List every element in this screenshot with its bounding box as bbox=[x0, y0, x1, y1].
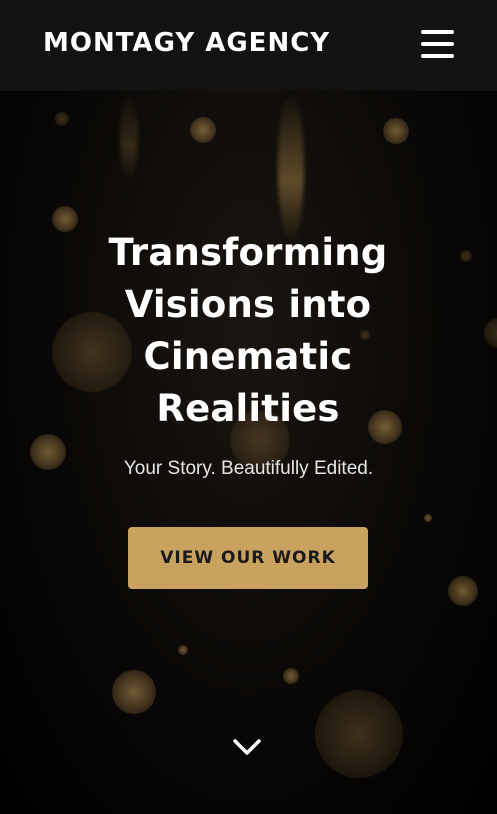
menu-bar bbox=[421, 54, 454, 58]
chevron-down-icon-svg bbox=[233, 739, 261, 755]
hero-section: Transforming Visions into Cinematic Real… bbox=[0, 91, 497, 814]
hero-title: Transforming Visions into Cinematic Real… bbox=[108, 231, 388, 430]
page: MONTAGY AGENCY Transforming Visions into… bbox=[0, 0, 497, 814]
hero-subtitle: Your Story. Beautifully Edited. bbox=[123, 458, 374, 479]
menu-bar bbox=[421, 42, 454, 46]
menu-bar bbox=[421, 30, 454, 34]
chevron-down-icon[interactable] bbox=[231, 736, 263, 758]
hamburger-menu-icon[interactable] bbox=[421, 30, 454, 59]
site-header: MONTAGY AGENCY bbox=[0, 0, 497, 91]
view-our-work-button[interactable]: VIEW OUR WORK bbox=[128, 527, 368, 589]
brand-logo[interactable]: MONTAGY AGENCY bbox=[43, 28, 330, 58]
